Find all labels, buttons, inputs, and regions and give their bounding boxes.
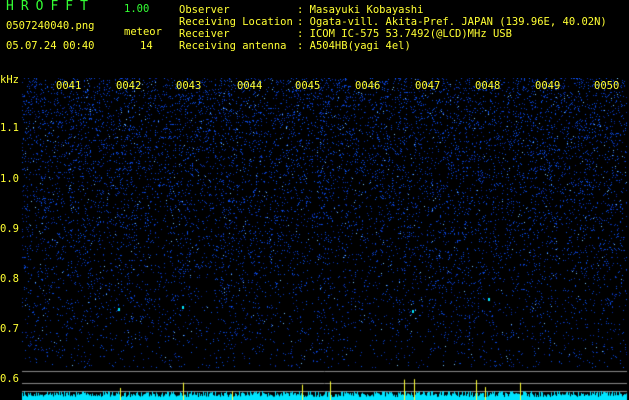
antenna-label: Receiving antenna <box>179 40 287 52</box>
time-label: 0041 <box>56 80 82 92</box>
observer-value: : Masayuki Kobayashi <box>297 4 424 16</box>
time-label: 0045 <box>295 80 321 92</box>
antenna-value: : A504HB(yagi 4el) <box>297 40 411 52</box>
receiver-value: : ICOM IC-575 53.7492(@LCD)MHz USB <box>297 28 512 40</box>
capture-datetime: 05.07.24 00:40 <box>6 40 95 52</box>
time-label: 0050 <box>594 80 620 92</box>
time-label: 0042 <box>116 80 142 92</box>
freq-tick: 0.6 <box>0 373 19 385</box>
time-label: 0044 <box>237 80 263 92</box>
freq-tick: 0.8 <box>0 273 19 285</box>
time-label: 0049 <box>535 80 561 92</box>
receiver-label: Receiver <box>179 28 230 40</box>
detection-label: meteor <box>124 26 162 38</box>
location-value: : Ogata-vill. Akita-Pref. JAPAN (139.96E… <box>297 16 607 28</box>
spectrogram-waterfall <box>0 78 629 400</box>
freq-tick: 0.9 <box>0 223 19 235</box>
time-label: 0043 <box>176 80 202 92</box>
frequency-unit-label: kHz <box>0 74 19 86</box>
detection-count: 14 <box>140 40 153 52</box>
freq-tick: 1.0 <box>0 173 19 185</box>
file-name: 0507240040.png <box>6 20 95 32</box>
time-label: 0046 <box>355 80 381 92</box>
time-label: 0047 <box>415 80 441 92</box>
freq-tick: 1.1 <box>0 122 19 134</box>
freq-tick: 0.7 <box>0 323 19 335</box>
time-label: 0048 <box>475 80 501 92</box>
app-version: 1.00 <box>124 3 150 15</box>
observer-label: Observer <box>179 4 230 16</box>
app-title: HROFFT <box>6 0 95 14</box>
location-label: Receiving Location <box>179 16 293 28</box>
